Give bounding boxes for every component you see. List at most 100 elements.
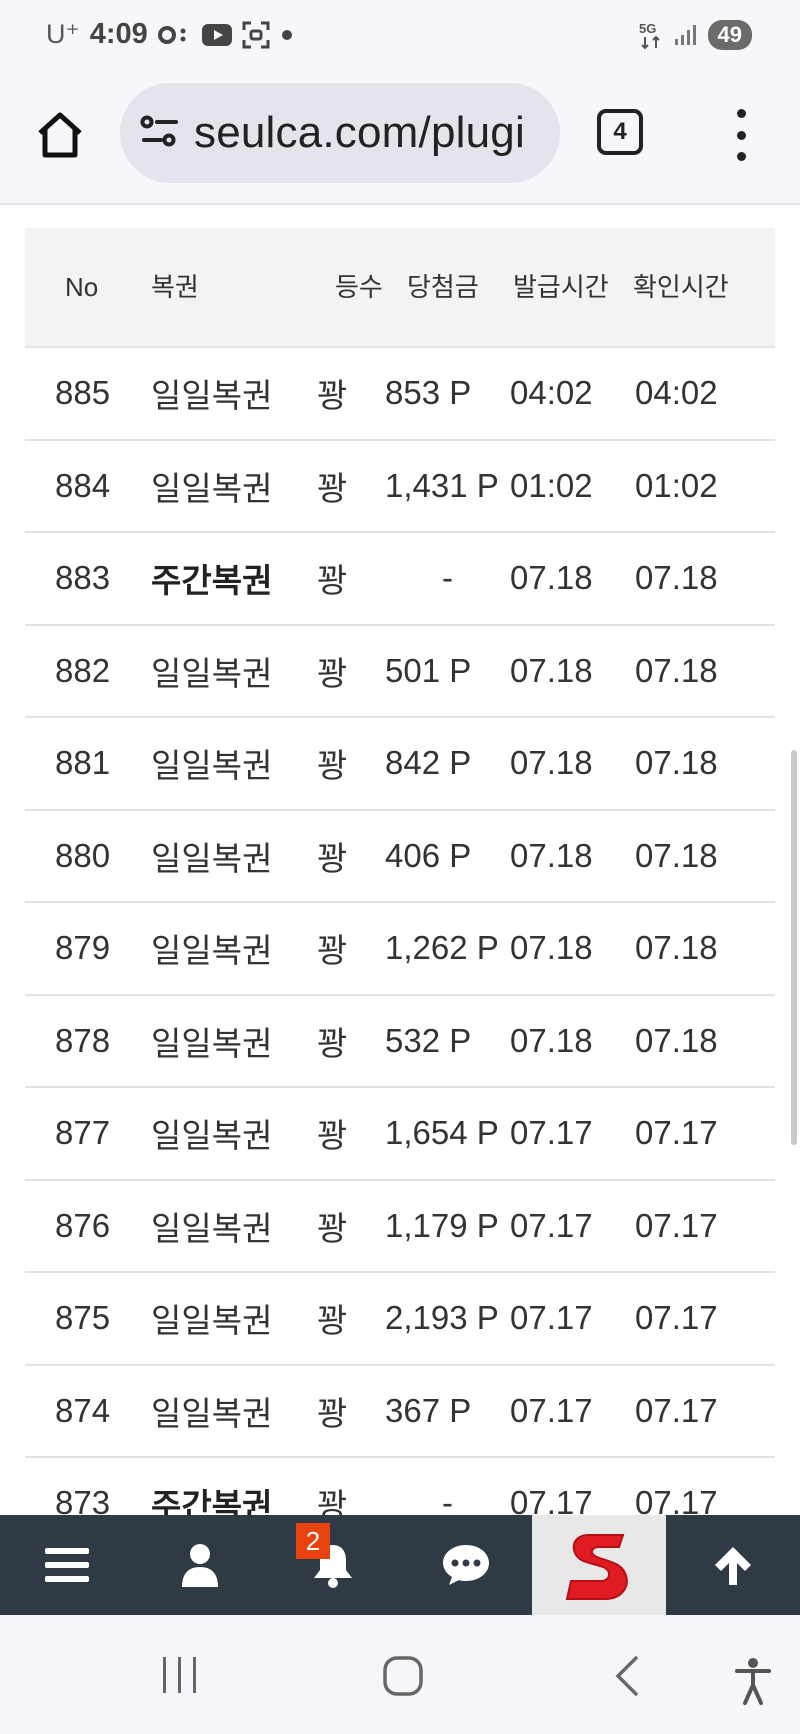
cell-check-time: 07.18 [635, 836, 718, 874]
table-row[interactable]: 882 일일복권 꽝 501 P 07.18 07.18 [25, 626, 775, 718]
tab-switcher-button[interactable]: 4 [597, 109, 643, 155]
cell-issue-time: 07.17 [510, 1206, 593, 1244]
cell-no: 877 [55, 1114, 111, 1152]
table-row[interactable]: 877 일일복권 꽝 1,654 P 07.17 07.17 [25, 1088, 775, 1181]
site-logo-button[interactable] [532, 1515, 666, 1615]
cell-rank: 꽝 [317, 654, 348, 692]
cell-no: 878 [55, 1021, 111, 1059]
cell-check-time: 07.18 [635, 559, 718, 597]
site-settings-icon[interactable] [140, 114, 180, 153]
cell-prize: 1,431 P [385, 466, 499, 504]
table-row[interactable]: 879 일일복권 꽝 1,262 P 07.18 07.18 [25, 903, 775, 996]
chat-button[interactable] [399, 1515, 532, 1615]
cell-type: 일일복권 [151, 1024, 273, 1062]
table-row[interactable]: 874 일일복권 꽝 367 P 07.17 07.17 [25, 1366, 775, 1458]
header-prize: 당첨금 [407, 271, 479, 302]
cell-no: 874 [55, 1391, 111, 1429]
cell-rank: 꽝 [317, 1209, 348, 1247]
cell-check-time: 01:02 [635, 466, 718, 504]
table-row[interactable]: 876 일일복권 꽝 1,179 P 07.17 07.17 [25, 1181, 775, 1273]
cell-no: 880 [55, 836, 111, 874]
cell-issue-time: 07.18 [510, 929, 593, 967]
cell-check-time: 07.17 [635, 1299, 718, 1337]
table-row[interactable]: 878 일일복권 꽝 532 P 07.18 07.18 [25, 996, 775, 1088]
table-header: No 복권 등수 당첨금 발급시간 확인시간 [25, 228, 775, 348]
accessibility-icon [735, 1658, 771, 1705]
5g-icon: 5G [638, 20, 664, 50]
cell-type: 일일복권 [151, 377, 273, 415]
cell-prize: 406 P [385, 836, 472, 874]
site-logo [565, 1534, 628, 1600]
cell-no: 884 [55, 466, 111, 504]
signal-icon [674, 23, 698, 47]
table-row[interactable]: 880 일일복권 꽝 406 P 07.18 07.18 [25, 811, 775, 903]
table-row[interactable]: 884 일일복권 꽝 1,431 P 01:02 01:02 [25, 441, 775, 533]
browser-menu-button[interactable] [726, 105, 756, 165]
notification-dots-icon [157, 23, 192, 47]
notification-button[interactable] [266, 1515, 399, 1615]
browser-toolbar: seulca.com/plugi 4 [0, 75, 800, 205]
cell-no: 881 [55, 744, 111, 782]
cell-check-time: 04:02 [635, 374, 718, 412]
recent-apps-icon [163, 1657, 196, 1693]
header-rank: 등수 [335, 271, 383, 302]
status-bar: U⁺ 4:09 5G 49 [0, 0, 800, 75]
cell-type: 일일복권 [151, 654, 273, 692]
cell-rank: 꽝 [317, 377, 348, 415]
accessibility-button[interactable] [735, 1657, 771, 1710]
cell-check-time: 07.18 [635, 929, 718, 967]
cell-rank: 꽝 [317, 469, 348, 507]
user-icon [181, 1544, 218, 1587]
cell-check-time: 07.18 [635, 744, 718, 782]
back-icon [615, 1656, 638, 1696]
header-type: 복권 [151, 271, 199, 302]
cell-type: 일일복권 [151, 1117, 273, 1155]
table-row[interactable]: 881 일일복권 꽝 842 P 07.18 07.18 [25, 718, 775, 811]
status-right: 5G 49 [638, 20, 752, 50]
cell-no: 879 [55, 929, 111, 967]
cell-issue-time: 04:02 [510, 374, 593, 412]
cell-check-time: 07.18 [635, 1021, 718, 1059]
cell-prize: 842 P [385, 744, 472, 782]
table-row[interactable]: 885 일일복권 꽝 853 P 04:02 04:02 [25, 348, 775, 441]
user-button[interactable] [133, 1515, 266, 1615]
address-bar[interactable]: seulca.com/plugi [120, 83, 560, 183]
site-bottom-nav [0, 1515, 800, 1615]
cell-issue-time: 07.18 [510, 1021, 593, 1059]
page-scrollbar[interactable] [791, 750, 797, 1145]
back-button[interactable] [612, 1655, 642, 1702]
url-text: seulca.com/plugi [194, 108, 525, 157]
recent-apps-button[interactable] [160, 1655, 200, 1700]
cell-no: 875 [55, 1299, 111, 1337]
header-check-time: 확인시간 [633, 271, 729, 302]
android-home-button[interactable] [382, 1655, 424, 1702]
svg-text:5G: 5G [639, 21, 656, 36]
home-button[interactable] [30, 105, 90, 165]
cell-issue-time: 07.17 [510, 1391, 593, 1429]
cell-issue-time: 07.17 [510, 1114, 593, 1152]
youtube-icon [201, 23, 232, 46]
cell-issue-time: 07.18 [510, 559, 593, 597]
cell-check-time: 07.17 [635, 1391, 718, 1429]
cell-rank: 꽝 [317, 562, 348, 600]
cell-prize: 501 P [385, 651, 472, 689]
home-icon [38, 112, 82, 158]
status-left: U⁺ 4:09 [46, 18, 294, 51]
cell-check-time: 07.18 [635, 651, 718, 689]
cell-check-time: 07.17 [635, 1114, 718, 1152]
cell-issue-time: 01:02 [510, 466, 593, 504]
home-icon [383, 1656, 423, 1696]
dot-icon [280, 28, 294, 42]
menu-dot [736, 130, 746, 140]
cell-rank: 꽝 [317, 1302, 348, 1340]
table-row[interactable]: 883 주간복권 꽝 - 07.18 07.18 [25, 533, 775, 626]
cell-type: 일일복권 [151, 1394, 273, 1432]
scroll-top-button[interactable] [666, 1515, 799, 1615]
menu-button[interactable] [0, 1515, 133, 1615]
cell-prize: 367 P [385, 1391, 472, 1429]
chat-icon [442, 1545, 489, 1585]
table-row[interactable]: 875 일일복권 꽝 2,193 P 07.17 07.17 [25, 1273, 775, 1366]
cell-prize: 1,179 P [385, 1206, 499, 1244]
cell-rank: 꽝 [317, 932, 348, 970]
cell-rank: 꽝 [317, 839, 348, 877]
